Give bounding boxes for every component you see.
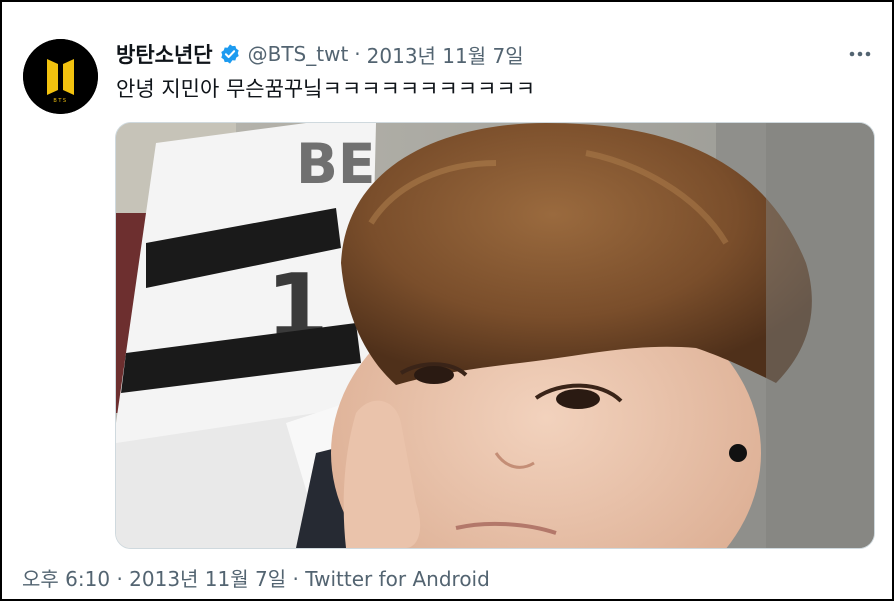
display-name[interactable]: 방탄소년단 <box>116 39 213 69</box>
footer-separator: · <box>292 567 299 591</box>
footer-separator: · <box>116 567 123 591</box>
tweet-source-link[interactable]: Twitter for Android <box>305 567 490 591</box>
svg-text:1: 1 <box>266 255 329 360</box>
tweet-time-link[interactable]: 오후 6:10 <box>22 567 110 591</box>
more-options-button[interactable] <box>845 42 875 66</box>
separator-dot: · <box>354 42 361 66</box>
svg-text:BE: BE <box>296 132 376 196</box>
verified-badge-icon <box>219 43 241 65</box>
tweet-card: BTS 방탄소년단 @BTS_twt · 2013년 11월 7일 안녕 지민아… <box>0 0 894 601</box>
logo-mark-text: BTS <box>53 98 67 104</box>
user-handle[interactable]: @BTS_twt <box>248 42 349 66</box>
tweet-date-link[interactable]: 2013년 11월 7일 <box>129 567 286 591</box>
tweet-photo[interactable]: 1 BE <box>115 122 875 549</box>
tweet-text: 안녕 지민아 무슨꿈꾸닠ㅋㅋㅋㅋㅋㅋㅋㅋㅋㅋㅋ <box>116 77 536 101</box>
tweet-timestamp-link[interactable]: 2013년 11월 7일 <box>367 40 524 69</box>
avatar[interactable]: BTS <box>23 39 98 114</box>
tweet-header: 방탄소년단 @BTS_twt · 2013년 11월 7일 <box>116 39 524 69</box>
selfie-photo-image: 1 BE <box>116 123 874 548</box>
bts-logo-icon: BTS <box>23 39 98 114</box>
more-options-icon <box>849 51 871 57</box>
tweet-footer: 오후 6:10 · 2013년 11월 7일 · Twitter for And… <box>22 564 490 594</box>
